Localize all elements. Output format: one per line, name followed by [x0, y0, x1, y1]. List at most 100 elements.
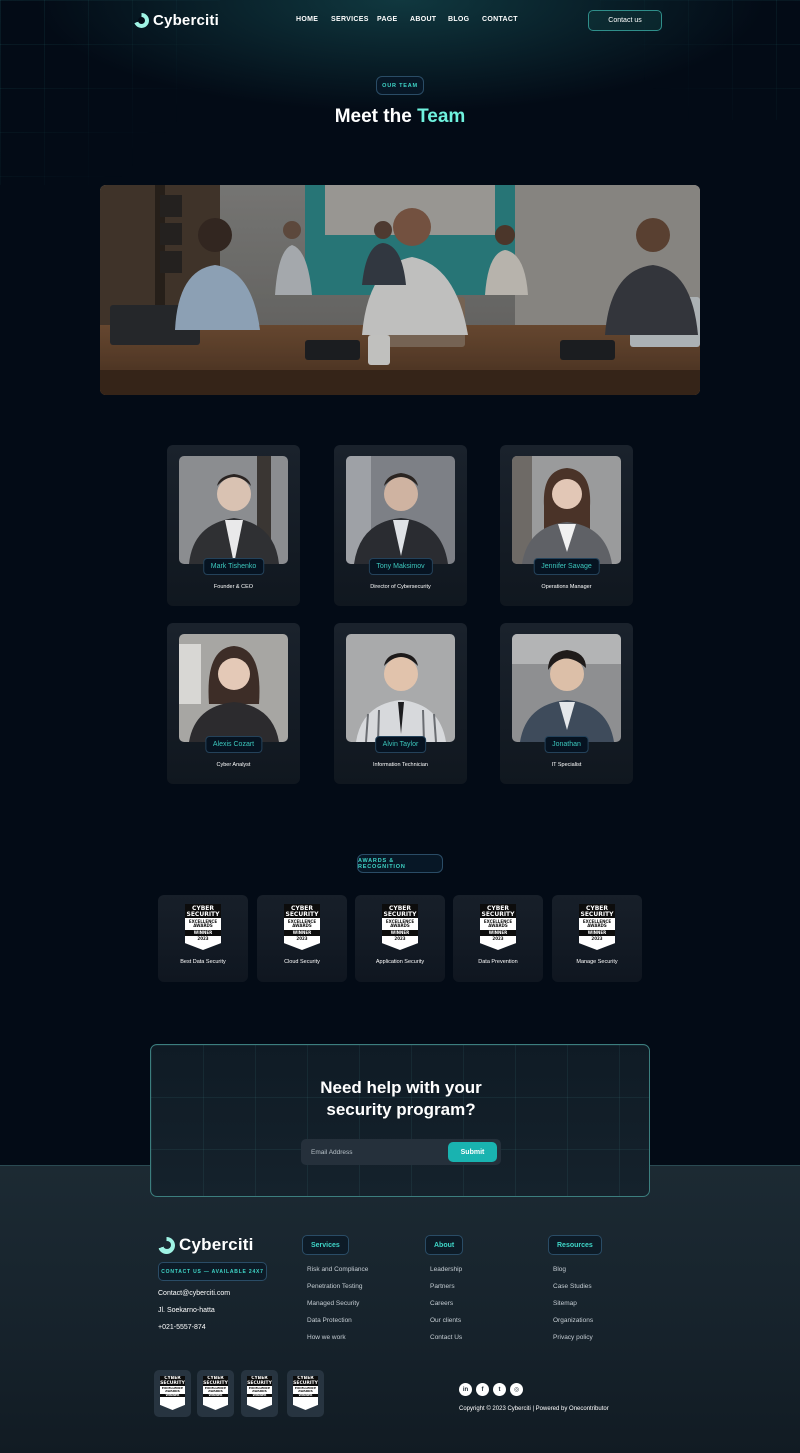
award-badge-icon: CYBER SECURITY EXCELLENCE AWARDS WINNER 20…: [480, 904, 516, 950]
nav-home[interactable]: HOME: [296, 16, 331, 23]
team-card[interactable]: Jennifer Savage Operations Manager: [500, 445, 633, 606]
award-badge-icon: CYBER SECURITY EXCELLENCE AWARDS WINNER: [247, 1376, 272, 1410]
contact-us-button[interactable]: Contact us: [588, 10, 662, 31]
member-role: Operations Manager: [541, 584, 592, 590]
facebook-icon[interactable]: f: [476, 1383, 489, 1396]
award-badge-icon: CYBER SECURITY EXCELLENCE AWARDS WINNER: [203, 1376, 228, 1410]
member-role: Director of Cybersecurity: [370, 584, 431, 590]
member-photo: [346, 634, 455, 742]
award-card: CYBER SECURITY EXCELLENCE AWARDS WINNER 20…: [257, 895, 347, 982]
member-name: Jennifer Savage: [533, 558, 600, 575]
logo-text: Cyberciti: [153, 12, 219, 29]
cta-title: Need help with your security program?: [151, 1077, 649, 1121]
member-name: Mark Tishenko: [202, 558, 265, 575]
submit-button[interactable]: Submit: [448, 1142, 497, 1162]
footer-logo[interactable]: Cyberciti: [158, 1235, 254, 1255]
team-office-photo: [100, 185, 700, 395]
footer-award: CYBER SECURITY EXCELLENCE AWARDS WINNER: [241, 1370, 278, 1417]
footer-link[interactable]: Careers: [430, 1300, 453, 1307]
award-label: Manage Security: [576, 959, 618, 965]
main-nav: HOME SERVICES PAGE ABOUT BLOG CONTACT: [296, 16, 522, 23]
award-label: Data Prevention: [478, 959, 518, 965]
award-badge-icon: CYBER SECURITY EXCELLENCE AWARDS WINNER 20…: [382, 904, 418, 950]
footer-link[interactable]: Contact Us: [430, 1334, 462, 1341]
footer-link[interactable]: Leadership: [430, 1266, 462, 1273]
footer-background: [0, 1165, 800, 1453]
nav-contact[interactable]: CONTACT: [482, 16, 522, 23]
award-card: CYBER SECURITY EXCELLENCE AWARDS WINNER 20…: [453, 895, 543, 982]
availability-badge: CONTACT US — AVAILABLE 24X7: [158, 1262, 267, 1281]
twitter-icon[interactable]: t: [493, 1383, 506, 1396]
nav-services[interactable]: SERVICES: [331, 16, 377, 23]
member-photo: [512, 634, 621, 742]
award-badge-icon: CYBER SECURITY EXCELLENCE AWARDS WINNER 20…: [185, 904, 221, 950]
award-label: Cloud Security: [284, 959, 320, 965]
member-photo: [346, 456, 455, 564]
copyright-text: Copyright © 2023 Cyberciti | Powered by …: [459, 1406, 609, 1412]
member-role: IT Specialist: [551, 762, 582, 768]
team-card[interactable]: Alvin Taylor Information Technician: [334, 623, 467, 784]
footer-award: CYBER SECURITY EXCELLENCE AWARDS WINNER: [154, 1370, 191, 1417]
team-title-main: Meet the: [334, 106, 418, 127]
footer-link[interactable]: Data Protection: [307, 1317, 352, 1324]
member-photo: [179, 634, 288, 742]
footer-link[interactable]: Sitemap: [553, 1300, 577, 1307]
member-name: Alvin Taylor: [374, 736, 427, 753]
logo-text: Cyberciti: [179, 1235, 254, 1254]
nav-about[interactable]: ABOUT: [410, 16, 448, 23]
team-title-accent: Team: [417, 106, 466, 127]
footer-phone[interactable]: +021-5557-874: [158, 1324, 206, 1331]
footer-link[interactable]: Risk and Compliance: [307, 1266, 368, 1273]
member-role: Information Technician: [373, 762, 428, 768]
footer-link[interactable]: How we work: [307, 1334, 346, 1341]
footer-link[interactable]: Our clients: [430, 1317, 461, 1324]
logo-icon: [134, 13, 149, 28]
footer-award: CYBER SECURITY EXCELLENCE AWARDS WINNER: [197, 1370, 234, 1417]
member-name: Alexis Cozart: [204, 736, 263, 753]
member-photo: [512, 456, 621, 564]
member-photo: [179, 456, 288, 564]
member-role: Cyber Analyst: [216, 762, 251, 768]
email-input[interactable]: [311, 1139, 441, 1165]
award-badge-icon: CYBER SECURITY EXCELLENCE AWARDS WINNER 20…: [284, 904, 320, 950]
award-label: Best Data Security: [180, 959, 226, 965]
cta-title-line2: security program?: [326, 1100, 476, 1119]
awards-eyebrow: AWARDS & RECOGNITION: [357, 854, 443, 873]
site-logo[interactable]: Cyberciti: [134, 12, 219, 29]
footer-heading-services: Services: [302, 1235, 349, 1255]
team-card[interactable]: Alexis Cozart Cyber Analyst: [167, 623, 300, 784]
logo-icon: [158, 1236, 175, 1254]
award-badge-icon: CYBER SECURITY EXCELLENCE AWARDS WINNER: [160, 1376, 185, 1410]
footer-award: CYBER SECURITY EXCELLENCE AWARDS WINNER: [287, 1370, 324, 1417]
award-badge-icon: CYBER SECURITY EXCELLENCE AWARDS WINNER: [293, 1376, 318, 1410]
team-eyebrow: OUR TEAM: [376, 76, 424, 95]
award-card: CYBER SECURITY EXCELLENCE AWARDS WINNER 20…: [158, 895, 248, 982]
team-card[interactable]: Jonathan IT Specialist: [500, 623, 633, 784]
nav-page[interactable]: PAGE: [377, 16, 410, 23]
footer-email[interactable]: Contact@cyberciti.com: [158, 1290, 230, 1297]
award-card: CYBER SECURITY EXCELLENCE AWARDS WINNER 20…: [355, 895, 445, 982]
footer-link[interactable]: Blog: [553, 1266, 566, 1273]
site-header: Cyberciti HOME SERVICES PAGE ABOUT BLOG …: [0, 0, 800, 42]
team-card[interactable]: Mark Tishenko Founder & CEO: [167, 445, 300, 606]
award-badge-icon: CYBER SECURITY EXCELLENCE AWARDS WINNER 20…: [579, 904, 615, 950]
footer-link[interactable]: Penetration Testing: [307, 1283, 363, 1290]
footer-link[interactable]: Partners: [430, 1283, 455, 1290]
member-name: Jonathan: [544, 736, 589, 753]
footer-address: Jl. Soekarno-hatta: [158, 1307, 215, 1314]
footer-link[interactable]: Privacy policy: [553, 1334, 593, 1341]
nav-blog[interactable]: BLOG: [448, 16, 482, 23]
footer-link[interactable]: Case Studies: [553, 1283, 592, 1290]
linkedin-icon[interactable]: in: [459, 1383, 472, 1396]
newsletter-cta: Need help with your security program? Su…: [150, 1044, 650, 1197]
award-card: CYBER SECURITY EXCELLENCE AWARDS WINNER 20…: [552, 895, 642, 982]
instagram-icon[interactable]: ◎: [510, 1383, 523, 1396]
cta-title-line1: Need help with your: [320, 1078, 482, 1097]
footer-link[interactable]: Managed Security: [307, 1300, 359, 1307]
member-role: Founder & CEO: [213, 584, 254, 590]
footer-link[interactable]: Organizations: [553, 1317, 593, 1324]
team-card[interactable]: Tony Maksimov Director of Cybersecurity: [334, 445, 467, 606]
email-form: Submit: [301, 1139, 501, 1165]
member-name: Tony Maksimov: [368, 558, 433, 575]
footer-heading-about: About: [425, 1235, 464, 1255]
